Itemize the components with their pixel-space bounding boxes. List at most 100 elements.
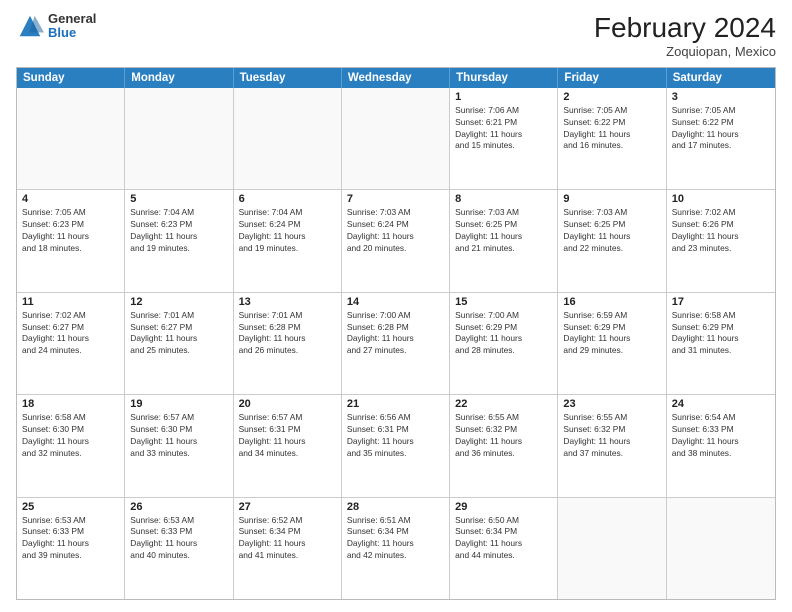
day-info: Sunrise: 7:02 AMSunset: 6:26 PMDaylight:… [672,207,770,254]
logo-blue-label: Blue [48,26,96,40]
day-info: Sunrise: 6:53 AMSunset: 6:33 PMDaylight:… [130,515,227,562]
header: General Blue February 2024 Zoquiopan, Me… [16,12,776,59]
day-info: Sunrise: 7:03 AMSunset: 6:24 PMDaylight:… [347,207,444,254]
day-info: Sunrise: 7:06 AMSunset: 6:21 PMDaylight:… [455,105,552,152]
day-info: Sunrise: 7:02 AMSunset: 6:27 PMDaylight:… [22,310,119,357]
calendar-day-26: 26Sunrise: 6:53 AMSunset: 6:33 PMDayligh… [125,498,233,599]
day-info: Sunrise: 6:57 AMSunset: 6:30 PMDaylight:… [130,412,227,459]
calendar-day-11: 11Sunrise: 7:02 AMSunset: 6:27 PMDayligh… [17,293,125,394]
calendar-day-16: 16 Sunrise: 6:59 AMSunset: 6:29 PMDayligh… [558,293,666,394]
calendar-day-20: 20 Sunrise: 6:57 AMSunset: 6:31 PMDayligh… [234,395,342,496]
day-info: Sunrise: 7:04 AMSunset: 6:23 PMDaylight:… [130,207,227,254]
calendar-header: SundayMondayTuesdayWednesdayThursdayFrid… [17,68,775,88]
day-info: Sunrise: 6:52 AMSunset: 6:34 PMDaylight:… [239,515,336,562]
calendar-day-3: 3 Sunrise: 7:05 AMSunset: 6:22 PMDaylight… [667,88,775,189]
calendar-day-7: 7Sunrise: 7:03 AMSunset: 6:24 PMDaylight… [342,190,450,291]
cal-header-cell-wednesday: Wednesday [342,68,450,88]
calendar-day-10: 10 Sunrise: 7:02 AMSunset: 6:26 PMDayligh… [667,190,775,291]
calendar-empty-cell [342,88,450,189]
day-info: Sunrise: 7:03 AMSunset: 6:25 PMDaylight:… [563,207,660,254]
day-number: 27 [239,501,336,513]
day-number: 17 [672,296,770,308]
day-info: Sunrise: 7:00 AMSunset: 6:29 PMDaylight:… [455,310,552,357]
day-number: 1 [455,91,552,103]
day-number: 15 [455,296,552,308]
day-number: 22 [455,398,552,410]
day-info: Sunrise: 6:55 AMSunset: 6:32 PMDaylight:… [455,412,552,459]
calendar-day-14: 14Sunrise: 7:00 AMSunset: 6:28 PMDayligh… [342,293,450,394]
cal-header-cell-tuesday: Tuesday [234,68,342,88]
day-number: 23 [563,398,660,410]
calendar-day-9: 9 Sunrise: 7:03 AMSunset: 6:25 PMDaylight… [558,190,666,291]
day-number: 28 [347,501,444,513]
calendar-day-17: 17 Sunrise: 6:58 AMSunset: 6:29 PMDayligh… [667,293,775,394]
day-number: 5 [130,193,227,205]
month-title: February 2024 [594,12,776,44]
day-info: Sunrise: 6:57 AMSunset: 6:31 PMDaylight:… [239,412,336,459]
calendar-day-27: 27 Sunrise: 6:52 AMSunset: 6:34 PMDayligh… [234,498,342,599]
calendar: SundayMondayTuesdayWednesdayThursdayFrid… [16,67,776,600]
day-info: Sunrise: 6:56 AMSunset: 6:31 PMDaylight:… [347,412,444,459]
calendar-row-5: 25 Sunrise: 6:53 AMSunset: 6:33 PMDayligh… [17,497,775,599]
logo-icon [16,12,44,40]
day-info: Sunrise: 7:05 AMSunset: 6:22 PMDaylight:… [672,105,770,152]
calendar-day-21: 21 Sunrise: 6:56 AMSunset: 6:31 PMDayligh… [342,395,450,496]
calendar-day-22: 22 Sunrise: 6:55 AMSunset: 6:32 PMDayligh… [450,395,558,496]
day-number: 20 [239,398,336,410]
day-info: Sunrise: 6:58 AMSunset: 6:30 PMDaylight:… [22,412,119,459]
day-info: Sunrise: 6:55 AMSunset: 6:32 PMDaylight:… [563,412,660,459]
calendar-day-18: 18 Sunrise: 6:58 AMSunset: 6:30 PMDayligh… [17,395,125,496]
day-info: Sunrise: 6:54 AMSunset: 6:33 PMDaylight:… [672,412,770,459]
day-number: 8 [455,193,552,205]
day-number: 14 [347,296,444,308]
cal-header-cell-thursday: Thursday [450,68,558,88]
calendar-day-1: 1 Sunrise: 7:06 AMSunset: 6:21 PMDaylight… [450,88,558,189]
day-number: 21 [347,398,444,410]
calendar-day-24: 24 Sunrise: 6:54 AMSunset: 6:33 PMDayligh… [667,395,775,496]
calendar-row-3: 11Sunrise: 7:02 AMSunset: 6:27 PMDayligh… [17,292,775,394]
location: Zoquiopan, Mexico [594,44,776,59]
calendar-body: 1 Sunrise: 7:06 AMSunset: 6:21 PMDaylight… [17,88,775,599]
day-number: 6 [239,193,336,205]
day-number: 12 [130,296,227,308]
calendar-day-2: 2Sunrise: 7:05 AMSunset: 6:22 PMDaylight… [558,88,666,189]
day-number: 13 [239,296,336,308]
page: General Blue February 2024 Zoquiopan, Me… [0,0,792,612]
calendar-day-6: 6 Sunrise: 7:04 AMSunset: 6:24 PMDaylight… [234,190,342,291]
calendar-day-19: 19 Sunrise: 6:57 AMSunset: 6:30 PMDayligh… [125,395,233,496]
calendar-empty-cell [234,88,342,189]
calendar-day-8: 8Sunrise: 7:03 AMSunset: 6:25 PMDaylight… [450,190,558,291]
day-number: 10 [672,193,770,205]
day-info: Sunrise: 7:05 AMSunset: 6:22 PMDaylight:… [563,105,660,152]
calendar-day-15: 15 Sunrise: 7:00 AMSunset: 6:29 PMDayligh… [450,293,558,394]
logo-text: General Blue [48,12,96,41]
day-number: 29 [455,501,552,513]
day-number: 3 [672,91,770,103]
cal-header-cell-saturday: Saturday [667,68,775,88]
cal-header-cell-friday: Friday [558,68,666,88]
day-info: Sunrise: 6:58 AMSunset: 6:29 PMDaylight:… [672,310,770,357]
calendar-day-25: 25Sunrise: 6:53 AMSunset: 6:33 PMDayligh… [17,498,125,599]
day-number: 24 [672,398,770,410]
day-info: Sunrise: 7:04 AMSunset: 6:24 PMDaylight:… [239,207,336,254]
day-info: Sunrise: 6:50 AMSunset: 6:34 PMDaylight:… [455,515,552,562]
calendar-row-4: 18 Sunrise: 6:58 AMSunset: 6:30 PMDayligh… [17,394,775,496]
calendar-row-2: 4Sunrise: 7:05 AMSunset: 6:23 PMDaylight… [17,189,775,291]
calendar-day-29: 29 Sunrise: 6:50 AMSunset: 6:34 PMDayligh… [450,498,558,599]
calendar-day-5: 5 Sunrise: 7:04 AMSunset: 6:23 PMDaylight… [125,190,233,291]
day-number: 25 [22,501,119,513]
day-info: Sunrise: 6:59 AMSunset: 6:29 PMDaylight:… [563,310,660,357]
calendar-empty-cell [667,498,775,599]
calendar-empty-cell [125,88,233,189]
calendar-day-13: 13Sunrise: 7:01 AMSunset: 6:28 PMDayligh… [234,293,342,394]
day-number: 18 [22,398,119,410]
day-number: 19 [130,398,227,410]
logo: General Blue [16,12,96,41]
day-number: 9 [563,193,660,205]
day-number: 16 [563,296,660,308]
day-number: 4 [22,193,119,205]
cal-header-cell-sunday: Sunday [17,68,125,88]
calendar-row-1: 1 Sunrise: 7:06 AMSunset: 6:21 PMDaylight… [17,88,775,189]
calendar-day-4: 4Sunrise: 7:05 AMSunset: 6:23 PMDaylight… [17,190,125,291]
calendar-day-23: 23 Sunrise: 6:55 AMSunset: 6:32 PMDayligh… [558,395,666,496]
